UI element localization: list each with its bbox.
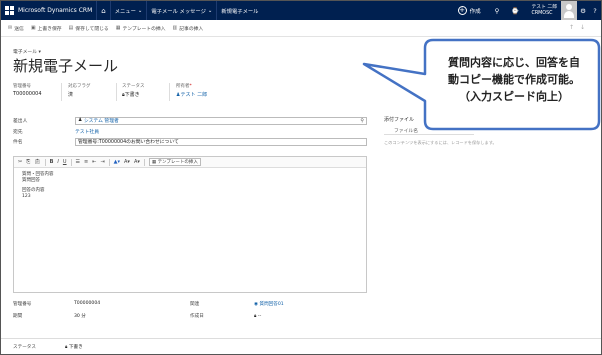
callout-line: 動コピー機能で作成可能。 [448,73,580,86]
callout-text: 質問内容に応じ、回答を自 動コピー機能で作成可能。 （入力スピード向上） [429,49,599,121]
callout-line: （入力スピード向上） [459,90,569,103]
crm-window: Microsoft Dynamics CRM ⌂ メニュー ⌄ 電子メール メッセ… [0,0,602,355]
callout-line: 質問内容に応じ、回答を自 [448,56,580,69]
